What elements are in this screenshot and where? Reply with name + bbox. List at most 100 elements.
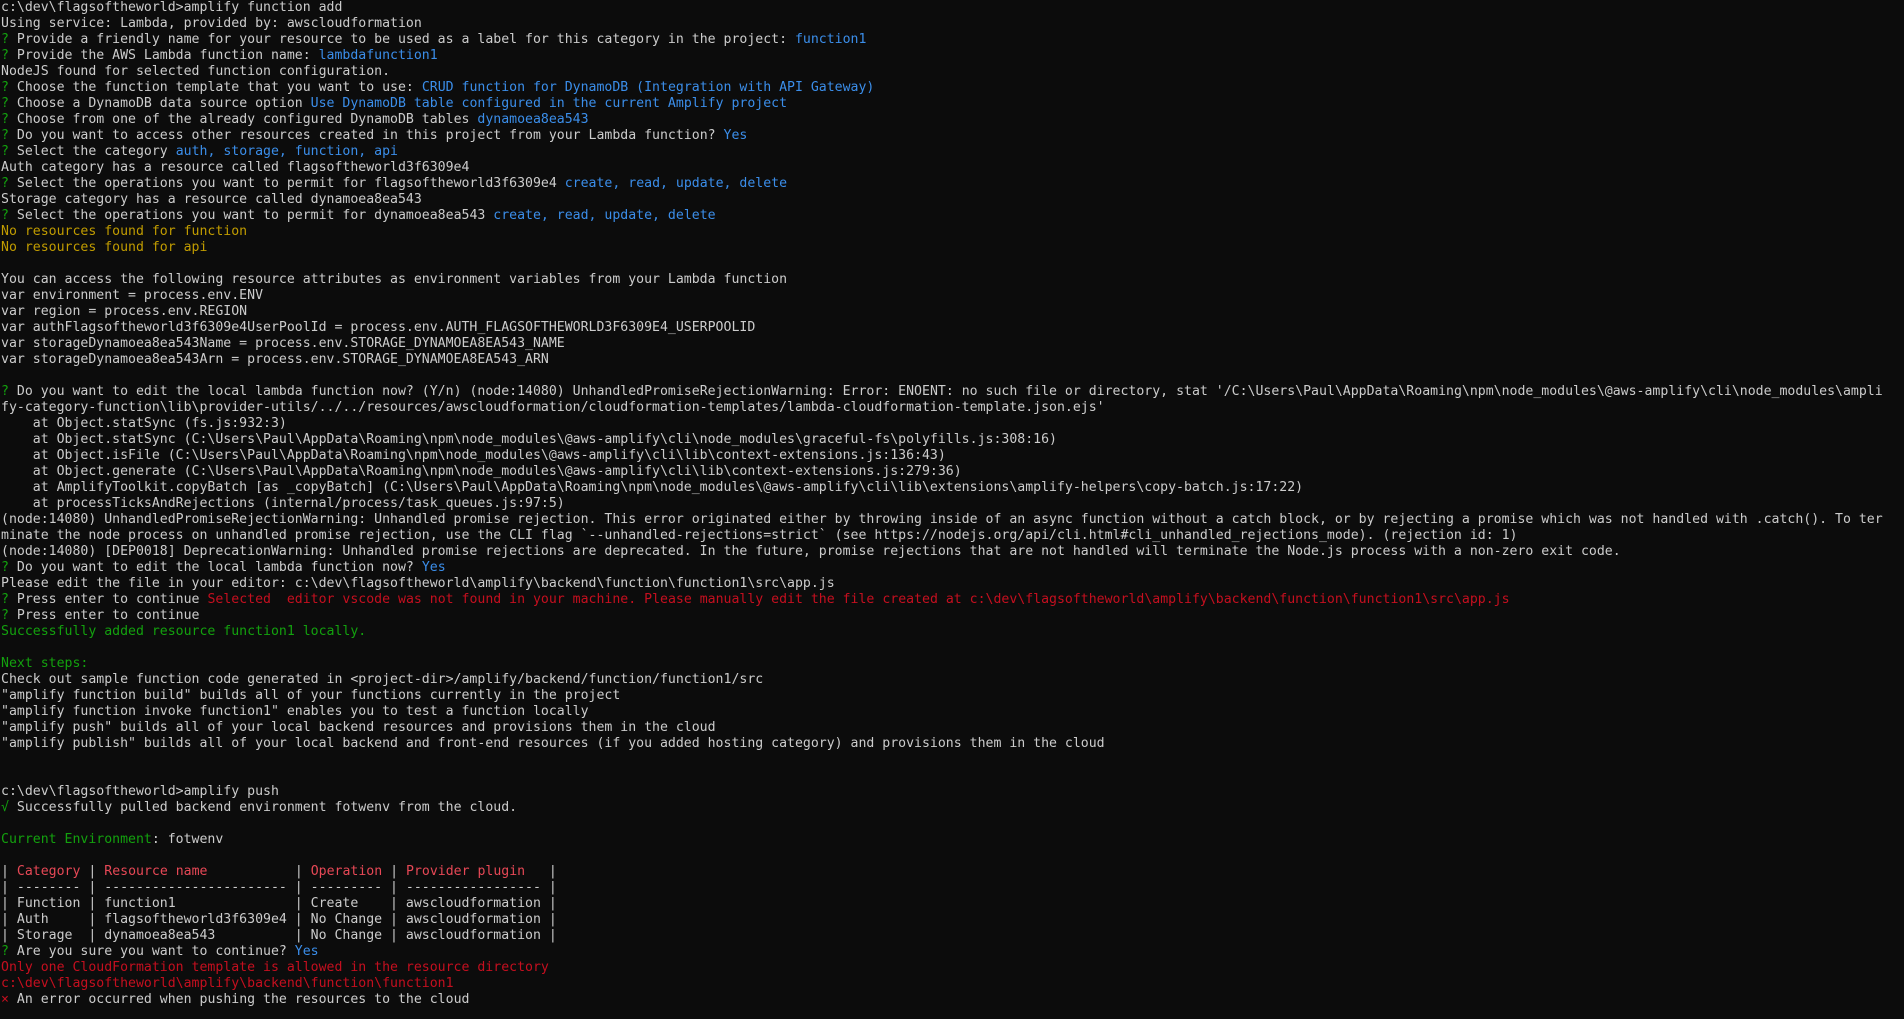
terminal-text-segment: fy-category-function\lib\provider-utils/… [1,400,1105,415]
terminal-text-segment: Press enter to continue [16,608,200,623]
terminal-line: Please edit the file in your editor: c:\… [1,576,1904,592]
terminal-text-segment: Yes [723,128,748,143]
terminal-line: Next steps: [1,656,1904,672]
terminal-text-segment: Select the operations you want to permit… [16,208,494,223]
terminal-text-segment: | [382,864,406,879]
terminal-line: "amplify push" builds all of your local … [1,720,1904,736]
terminal-text-segment: "amplify function invoke function1" enab… [1,704,589,719]
terminal-line: ? Select the operations you want to perm… [1,176,1904,192]
terminal-text-segment: at AmplifyToolkit.copyBatch [as _copyBat… [1,480,1304,495]
terminal-text-segment: ? [1,176,17,191]
terminal-text-segment: at processTicksAndRejections (internal/p… [1,496,565,511]
terminal-text-segment: ? [1,128,17,143]
terminal-text-segment: Only one CloudFormation template is allo… [1,960,549,975]
terminal-text-segment: at Object.statSync (C:\Users\Paul\AppDat… [1,432,1057,447]
terminal-text-segment: Current Environment [1,832,152,847]
terminal-text-segment: Using service: Lambda, provided by: awsc… [1,16,422,31]
terminal-line: ? Press enter to continue [1,608,1904,624]
terminal-text-segment: lambdafunction1 [318,48,438,63]
terminal-text-segment: ? [1,608,17,623]
terminal-text-segment: c:\dev\flagsoftheworld>amplify function … [1,0,343,15]
terminal-text-segment: ? [1,96,17,111]
terminal-line: | Storage | dynamoea8ea543 | No Change |… [1,928,1904,944]
terminal-window[interactable]: c:\dev\flagsoftheworld>amplify function … [0,0,1904,1019]
terminal-line: ? Do you want to access other resources … [1,128,1904,144]
terminal-text-segment: | Function | function1 | Create | awsclo… [1,896,557,911]
terminal-text-segment: CRUD function for DynamoDB (Integration … [421,80,875,95]
terminal-line: minate the node process on unhandled pro… [1,528,1904,544]
terminal-line: ? Select the operations you want to perm… [1,208,1904,224]
terminal-line: Using service: Lambda, provided by: awsc… [1,16,1904,32]
terminal-text-segment: Operation [310,864,383,879]
terminal-text-segment: Choose the function template that you wa… [16,80,422,95]
terminal-text-segment: You can access the following resource at… [1,272,788,287]
terminal-text-segment: Use DynamoDB table configured in the cur… [310,96,788,111]
terminal-text-segment: Next steps: [1,656,89,671]
terminal-line: NodeJS found for selected function confi… [1,64,1904,80]
terminal-line: (node:14080) [DEP0018] DeprecationWarnin… [1,544,1904,560]
terminal-line: ? Do you want to edit the local lambda f… [1,560,1904,576]
terminal-text-segment: minate the node process on unhandled pro… [1,528,1518,543]
terminal-line: at AmplifyToolkit.copyBatch [as _copyBat… [1,480,1904,496]
terminal-text-segment: Choose from one of the already configure… [16,112,478,127]
terminal-text-segment: | [540,864,557,879]
terminal-text-segment: Select the category [16,144,176,159]
terminal-line: "amplify function build" builds all of y… [1,688,1904,704]
terminal-line: "amplify function invoke function1" enab… [1,704,1904,720]
terminal-line: var environment = process.env.ENV [1,288,1904,304]
terminal-line: You can access the following resource at… [1,272,1904,288]
terminal-line: Storage category has a resource called d… [1,192,1904,208]
terminal-text-segment: Selected editor vscode was not found in … [207,592,1510,607]
terminal-text-segment: var storageDynamoea8ea543Name = process.… [1,336,565,351]
terminal-text-segment: Provide a friendly name for your resourc… [16,32,795,47]
terminal-text-segment: create, read, update, delete [564,176,788,191]
terminal-text-segment: ? [1,32,17,47]
terminal-text-segment: No resources found for api [1,240,208,255]
terminal-text-segment: at Object.statSync (fs.js:932:3) [1,416,287,431]
terminal-text-segment: "amplify publish" builds all of your loc… [1,736,1105,751]
terminal-text-segment: Successfully pulled backend environment … [16,800,518,815]
terminal-line: at Object.statSync (fs.js:932:3) [1,416,1904,432]
terminal-line: × An error occurred when pushing the res… [1,992,1904,1008]
terminal-text-segment: c:\dev\flagsoftheworld>amplify push [1,784,279,799]
terminal-line: ? Do you want to edit the local lambda f… [1,384,1904,400]
terminal-line: ? Choose a DynamoDB data source option U… [1,96,1904,112]
terminal-text-segment: at Object.generate (C:\Users\Paul\AppDat… [1,464,962,479]
terminal-text-segment: Provide the AWS Lambda function name: [16,48,319,63]
terminal-text-segment: ? [1,80,17,95]
terminal-text-segment: Press enter to continue [16,592,208,607]
terminal-text-segment: : fotwenv [151,832,224,847]
terminal-text-segment: dynamoea8ea543 [477,112,589,127]
terminal-line: No resources found for function [1,224,1904,240]
terminal-text-segment: auth, storage, function, api [175,144,398,159]
terminal-text-segment: ? [1,944,17,959]
terminal-text-segment: Yes [421,560,446,575]
terminal-line: at processTicksAndRejections (internal/p… [1,496,1904,512]
terminal-line: ? Choose the function template that you … [1,80,1904,96]
terminal-line: var storageDynamoea8ea543Arn = process.e… [1,352,1904,368]
terminal-text-segment: | [286,864,311,879]
terminal-text-segment: √ [1,800,17,815]
terminal-line: (node:14080) UnhandledPromiseRejectionWa… [1,512,1904,528]
terminal-line: at Object.statSync (C:\Users\Paul\AppDat… [1,432,1904,448]
terminal-line: Check out sample function code generated… [1,672,1904,688]
terminal-text-segment: Please edit the file in your editor: c:\… [1,576,835,591]
terminal-text-segment: × [1,992,17,1007]
terminal-line: fy-category-function\lib\provider-utils/… [1,400,1904,416]
terminal-text-segment: ? [1,144,17,159]
terminal-text-segment: NodeJS found for selected function confi… [1,64,391,79]
terminal-text-segment: | [80,864,105,879]
terminal-text-segment: var region = process.env.REGION [1,304,248,319]
terminal-text-segment: Successfully added resource function1 lo… [1,624,367,639]
terminal-text-segment: (node:14080) UnhandledPromiseRejectionWa… [1,512,1883,527]
terminal-text-segment: ? [1,384,17,399]
terminal-line: c:\dev\flagsoftheworld>amplify function … [1,0,1904,16]
terminal-line: Only one CloudFormation template is allo… [1,960,1904,976]
terminal-text-segment: function1 [794,32,867,47]
terminal-text-segment: var authFlagsoftheworld3f6309e4UserPoolI… [1,320,756,335]
terminal-line: Current Environment: fotwenv [1,832,1904,848]
